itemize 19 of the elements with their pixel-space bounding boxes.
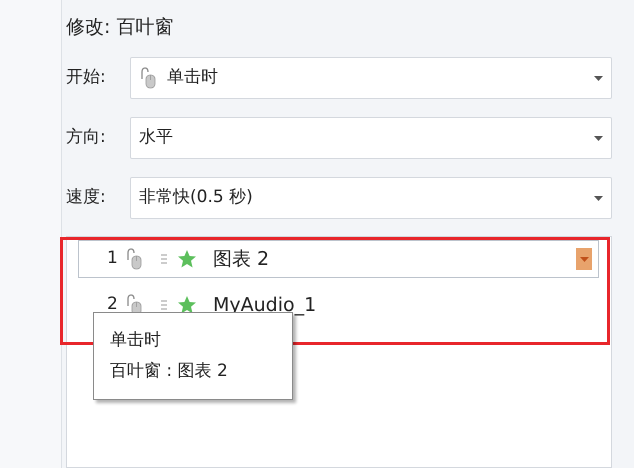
field-label: 速度: [66, 186, 107, 210]
item-menu-button[interactable] [576, 248, 592, 270]
dropdown[interactable]: 非常快(0.5 秒) [130, 177, 612, 219]
animation-item[interactable]: 1 图表 2 [78, 240, 599, 278]
star-icon [177, 249, 197, 269]
caret-icon [594, 136, 603, 140]
tooltip-line: 百叶窗 : 图表 2 [110, 360, 229, 383]
star-icon [177, 295, 197, 315]
mouse-icon [125, 248, 143, 270]
tooltip-line: 单击时 [110, 328, 162, 352]
dropdown[interactable]: 单击时 [130, 57, 612, 99]
mouse-icon [139, 67, 157, 89]
caret-icon [594, 196, 603, 200]
field-label: 方向: [66, 126, 107, 150]
caret-icon [594, 76, 603, 80]
dropdown[interactable]: 水平 [130, 117, 612, 159]
field-label: 开始: [66, 66, 107, 90]
section-heading: 修改: 百叶窗 [66, 15, 174, 40]
caret-icon [580, 256, 588, 262]
